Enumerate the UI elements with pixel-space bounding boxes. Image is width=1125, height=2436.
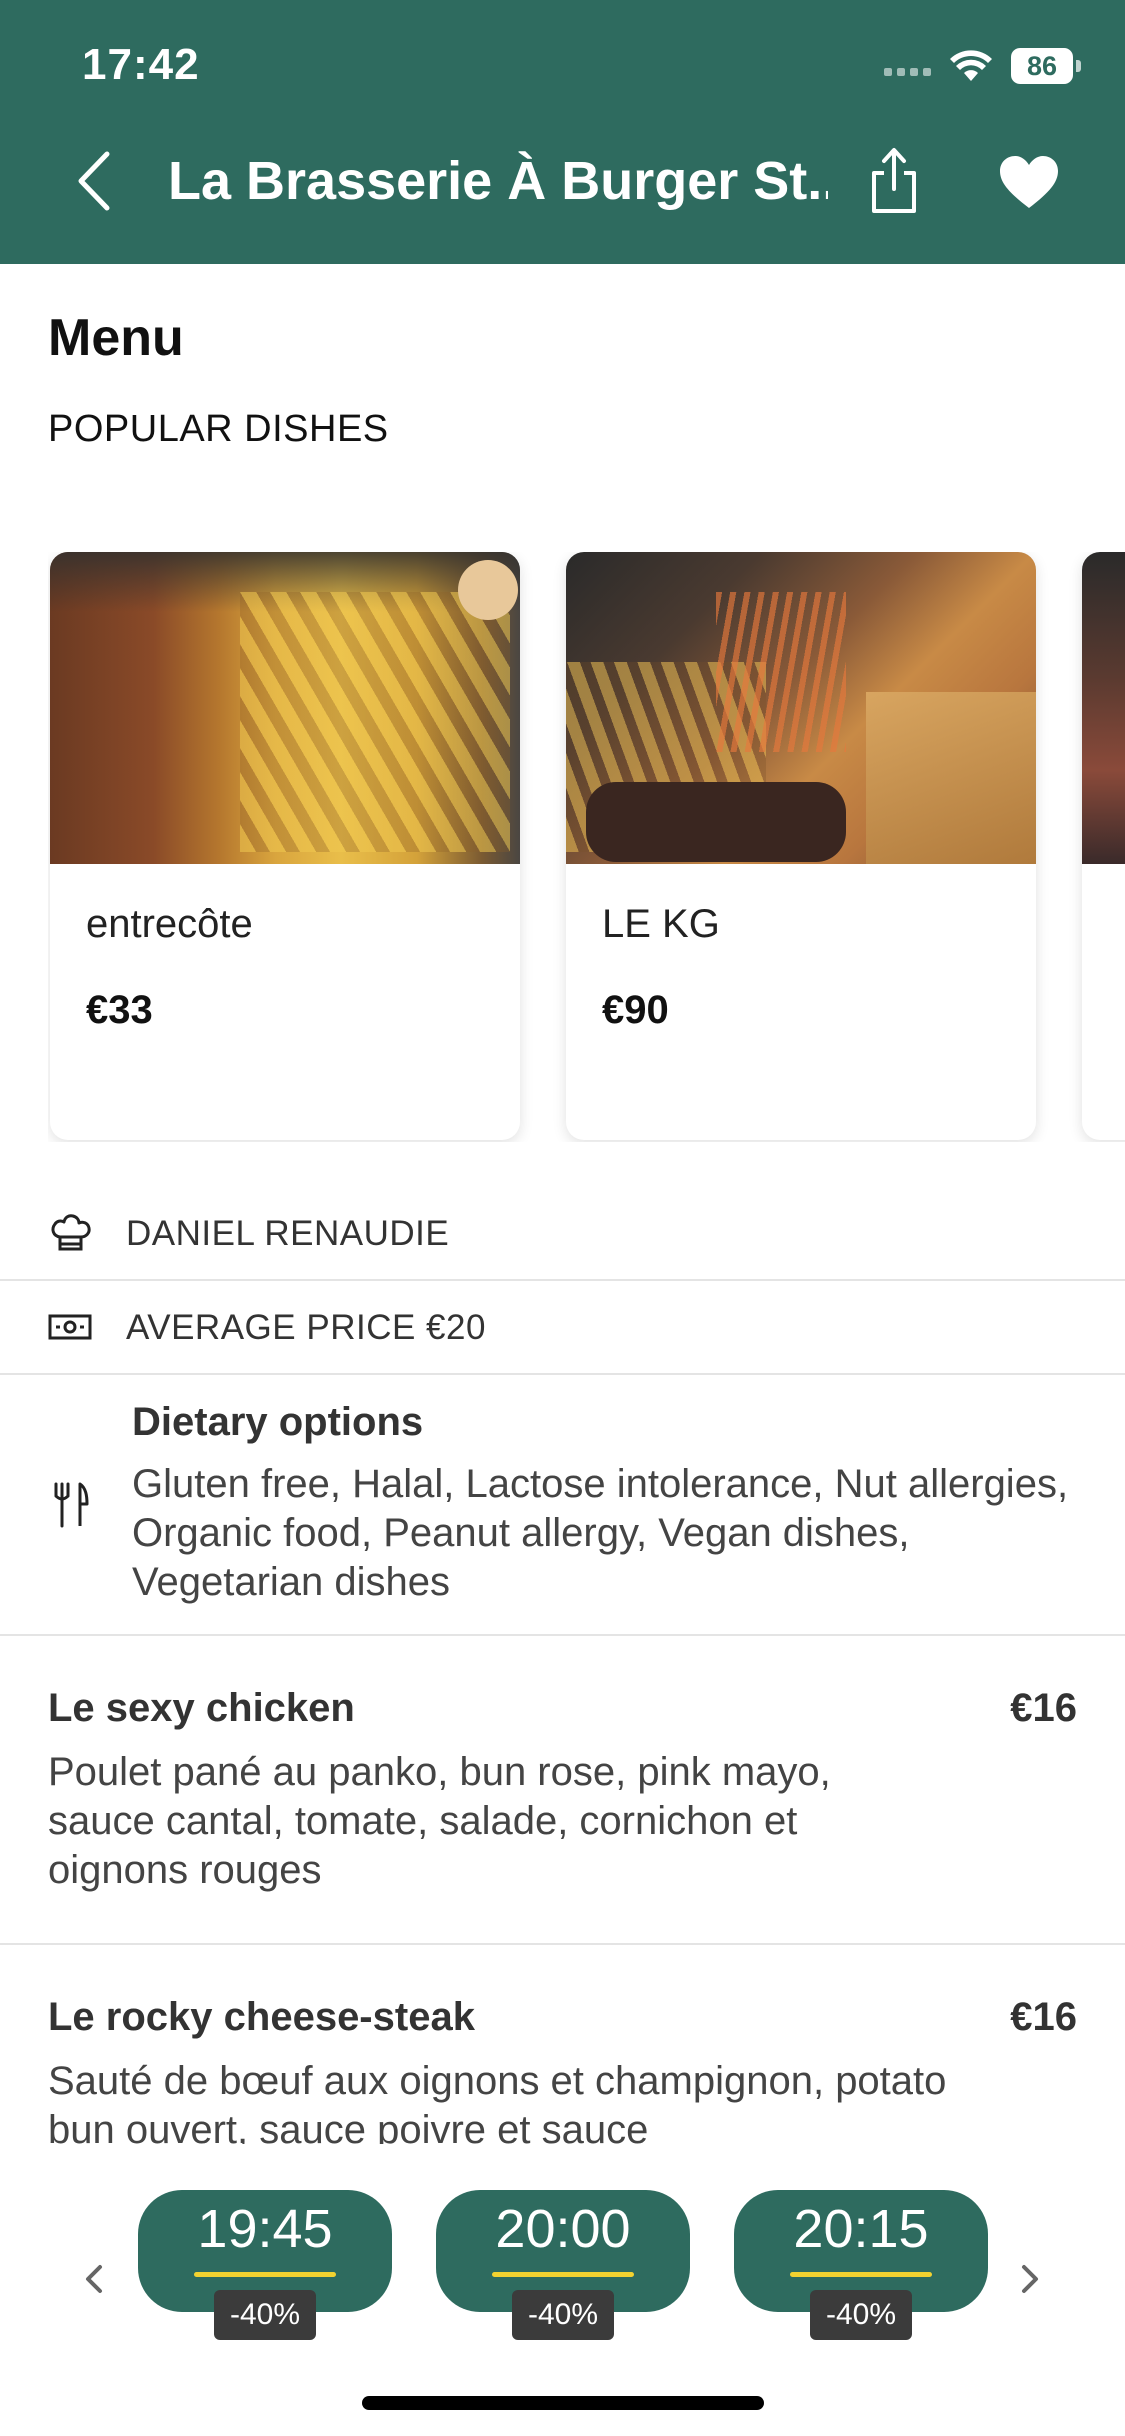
divider [0, 1279, 1125, 1281]
dish-price: €33 [86, 988, 153, 1032]
dish-photo [566, 552, 1036, 864]
slot-time: 19:45 [197, 2199, 333, 2259]
scroll-clip: Sauté de bœuf aux oignons et champignon,… [0, 2060, 1125, 2144]
dish-card[interactable] [1082, 552, 1125, 1140]
slot-time: 20:00 [495, 2199, 631, 2259]
share-icon [872, 148, 916, 213]
favorite-button[interactable] [994, 150, 1064, 214]
status-time: 17:42 [82, 40, 200, 89]
dish-price: €16 [1010, 1686, 1077, 1730]
next-slots-button[interactable] [1010, 2254, 1050, 2304]
slot-underline [790, 2272, 932, 2277]
time-slot[interactable]: 20:00 -40% [436, 2190, 690, 2340]
chevron-left-icon [86, 2265, 102, 2293]
discount-badge: -40% [512, 2290, 614, 2340]
chef-name: DANIEL RENAUDIE [126, 1214, 450, 1253]
previous-slots-button[interactable] [74, 2254, 114, 2304]
time-slot[interactable]: 19:45 -40% [138, 2190, 392, 2340]
home-indicator[interactable] [362, 2396, 764, 2410]
slot-underline [194, 2272, 336, 2277]
status-icons: 86 [884, 44, 1081, 88]
dish-card[interactable]: entrecôte €33 [50, 552, 520, 1140]
restaurant-title: La Brasserie À Burger St... [168, 151, 828, 211]
share-button[interactable] [862, 140, 926, 220]
chef-hat-icon [46, 1209, 94, 1257]
time-slot[interactable]: 20:15 -40% [734, 2190, 988, 2340]
divider [0, 1373, 1125, 1375]
dish-name: LE KG [602, 902, 720, 946]
slot-time: 20:15 [793, 2199, 929, 2259]
dish-name[interactable]: Le sexy chicken [48, 1686, 355, 1731]
dish-price: €16 [1010, 1995, 1077, 2039]
divider [0, 1943, 1125, 1945]
dish-photo [50, 552, 520, 864]
booking-bar: 19:45 -40% 20:00 -40% 20:15 -40% [0, 2144, 1125, 2436]
dietary-options-text: Gluten free, Halal, Lactose intolerance,… [132, 1462, 1069, 1604]
battery-level: 86 [1026, 50, 1058, 81]
fork-knife-icon [46, 1480, 94, 1528]
discount-badge: -40% [214, 2290, 316, 2340]
popular-dishes-heading: POPULAR DISHES [48, 408, 389, 450]
wifi-icon [950, 50, 992, 81]
dish-price: €90 [602, 988, 669, 1032]
slot-underline [492, 2272, 634, 2277]
popular-dishes-carousel[interactable]: entrecôte €33 LE KG €90 [48, 552, 1125, 1142]
chevron-right-icon [1022, 2265, 1038, 2293]
dish-description: Poulet pané au panko, bun rose, pink may… [48, 1750, 831, 1892]
divider [0, 1634, 1125, 1636]
average-price: AVERAGE PRICE €20 [126, 1308, 486, 1347]
dietary-options-title: Dietary options [132, 1400, 424, 1444]
back-button[interactable] [68, 146, 118, 216]
battery-icon: 86 [1011, 48, 1081, 84]
dish-name[interactable]: Le rocky cheese-steak [48, 1995, 475, 2040]
app-header: 17:42 86 La Brasserie À Burger St... [0, 0, 1125, 264]
dish-name: entrecôte [86, 902, 253, 946]
banknote-icon [46, 1303, 94, 1351]
cellular-signal-icon [884, 56, 931, 76]
dish-photo [1082, 552, 1125, 864]
discount-badge: -40% [810, 2290, 912, 2340]
dish-card[interactable]: LE KG €90 [566, 552, 1036, 1140]
menu-heading: Menu [48, 309, 184, 367]
dish-description: Sauté de bœuf aux oignons et champignon,… [48, 2060, 947, 2144]
heart-icon [1000, 156, 1058, 208]
chevron-left-icon [78, 151, 110, 211]
